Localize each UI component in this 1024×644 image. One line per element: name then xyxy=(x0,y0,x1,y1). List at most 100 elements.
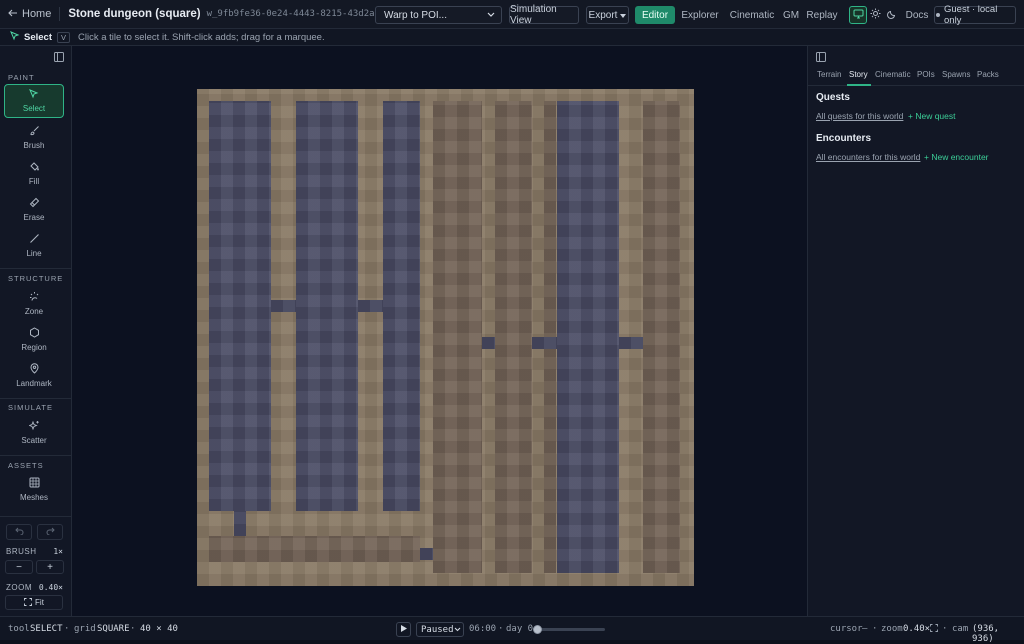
speed-select[interactable]: Paused xyxy=(416,622,464,637)
map-canvas[interactable] xyxy=(72,46,807,616)
tab-cinematic-panel[interactable]: Cinematic xyxy=(875,70,911,79)
play-button[interactable] xyxy=(396,622,411,637)
export-label: Export xyxy=(588,9,618,21)
new-encounter-link[interactable]: + New encounter xyxy=(924,152,989,162)
tool-region[interactable]: Region xyxy=(4,322,64,356)
tool-fill-label: Fill xyxy=(28,176,40,186)
tab-packs[interactable]: Packs xyxy=(977,70,999,79)
fit-button[interactable]: Fit xyxy=(5,595,63,610)
panel-toggle-icon[interactable] xyxy=(816,52,826,65)
paused-label: Paused xyxy=(421,624,454,635)
tool-fill[interactable]: Fill xyxy=(4,156,64,190)
home-link[interactable]: Home xyxy=(8,8,51,20)
tab-explorer[interactable]: Explorer xyxy=(680,6,720,24)
chevron-down-icon xyxy=(454,625,461,635)
status-tool-value: SELECT xyxy=(30,624,63,634)
world-title: Stone dungeon (square) xyxy=(68,8,201,20)
room-connector xyxy=(358,300,383,312)
tool-zone[interactable]: Zone xyxy=(4,286,64,320)
tool-erase[interactable]: Erase xyxy=(4,192,64,226)
tool-erase-label: Erase xyxy=(23,212,45,222)
status-zoom-value: 0.40× xyxy=(903,624,931,634)
tab-cinematic[interactable]: Cinematic xyxy=(727,6,777,24)
tool-select-label: Select xyxy=(22,104,46,113)
monitor-button[interactable] xyxy=(849,6,867,24)
play-icon xyxy=(400,624,407,635)
floor-tiles xyxy=(433,101,482,573)
section-paint: PAINT xyxy=(8,73,35,82)
light-theme-button[interactable] xyxy=(866,6,884,24)
tool-select[interactable]: Select xyxy=(4,84,64,118)
undo-button[interactable] xyxy=(6,524,32,540)
tab-editor[interactable]: Editor xyxy=(635,6,675,24)
moon-icon xyxy=(887,9,897,22)
room xyxy=(557,101,619,573)
tab-story[interactable]: Story xyxy=(849,70,868,79)
eraser-icon xyxy=(29,197,40,210)
redo-button[interactable] xyxy=(37,524,63,540)
sparkles-icon xyxy=(27,420,40,433)
tool-line-label: Line xyxy=(26,248,42,258)
tab-terrain[interactable]: Terrain xyxy=(817,70,841,79)
section-simulate: SIMULATE xyxy=(8,403,53,412)
status-day: day 0 xyxy=(506,624,534,634)
tool-meshes[interactable]: Meshes xyxy=(4,472,64,506)
separator-dot: · xyxy=(64,624,70,634)
divider xyxy=(0,516,71,517)
monitor-icon xyxy=(853,9,864,22)
room-connector xyxy=(271,300,296,312)
status-cursor-key: cursor xyxy=(830,624,863,634)
sun-icon xyxy=(870,8,881,22)
fit-view-icon[interactable] xyxy=(930,624,938,635)
tool-hint: Click a tile to select it. Shift-click a… xyxy=(78,31,325,43)
all-encounters-link[interactable]: All encounters for this world xyxy=(816,152,920,162)
home-label: Home xyxy=(22,8,52,20)
tool-brush[interactable]: Brush xyxy=(4,120,64,154)
tool-scatter[interactable]: Scatter xyxy=(4,415,64,449)
chevron-down-icon xyxy=(487,10,495,21)
tool-region-label: Region xyxy=(21,342,47,352)
floor-tiles xyxy=(495,101,532,573)
tab-pois[interactable]: POIs xyxy=(917,70,935,79)
slider-handle[interactable] xyxy=(533,625,542,634)
sidebar-toggle-icon[interactable] xyxy=(54,52,64,65)
dungeon-map[interactable] xyxy=(197,89,694,586)
section-structure: STRUCTURE xyxy=(8,274,64,283)
brush-size-value: 1× xyxy=(53,547,63,556)
tool-zone-label: Zone xyxy=(24,306,44,316)
fit-label: Fit xyxy=(35,598,44,607)
guest-badge[interactable]: Guest · local only xyxy=(934,4,1016,26)
tool-landmark[interactable]: Landmark xyxy=(4,358,64,392)
room-connector xyxy=(234,511,246,536)
undo-icon xyxy=(14,526,24,538)
simulation-view-button[interactable]: Simulation View xyxy=(509,4,579,26)
map-pin-icon xyxy=(29,362,40,376)
tab-explorer-label: Explorer xyxy=(681,9,719,21)
brush-increase-button[interactable]: + xyxy=(36,560,64,574)
time-slider[interactable] xyxy=(533,625,605,634)
docs-link[interactable]: Docs xyxy=(904,6,930,24)
simulation-view-label: Simulation View xyxy=(510,4,557,26)
separator-dot: · xyxy=(130,624,136,634)
status-zoom-key: zoom xyxy=(881,624,903,634)
status-tool-key: tool xyxy=(8,624,30,634)
tab-gm[interactable]: GM xyxy=(782,6,800,24)
tab-replay[interactable]: Replay xyxy=(805,6,839,24)
new-quest-link[interactable]: + New quest xyxy=(908,111,956,121)
tab-spawns[interactable]: Spawns xyxy=(942,70,970,79)
warp-to-poi-select[interactable]: Warp to POI... xyxy=(375,6,502,24)
dark-theme-button[interactable] xyxy=(883,6,901,24)
brush-decrease-button[interactable]: − xyxy=(5,560,33,574)
tool-line[interactable]: Line xyxy=(4,228,64,262)
tool-brush-label: Brush xyxy=(23,140,45,150)
export-button[interactable]: Export xyxy=(586,6,629,24)
room-connector xyxy=(619,337,643,349)
all-quests-link[interactable]: All quests for this world xyxy=(816,111,903,121)
divider xyxy=(59,7,61,21)
warp-label: Warp to POI... xyxy=(384,9,447,21)
divider xyxy=(0,398,71,399)
separator-dot: · xyxy=(872,624,878,634)
shortcut-key: V xyxy=(57,31,71,43)
caret-down-icon xyxy=(620,10,627,21)
separator-dot: · xyxy=(498,624,504,634)
